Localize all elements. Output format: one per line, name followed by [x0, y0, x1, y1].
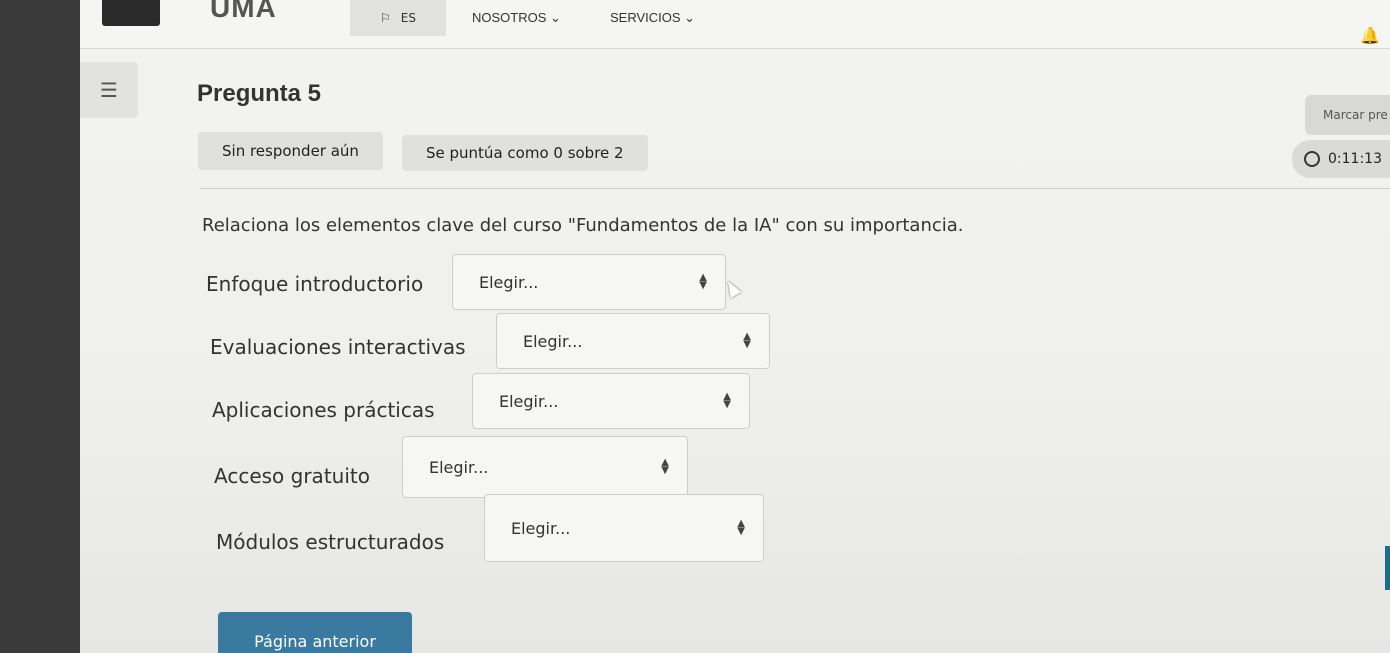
flag-icon: ⚐	[380, 11, 391, 25]
bell-icon[interactable]: 🔔	[1360, 26, 1380, 45]
select-value: Elegir...	[511, 518, 571, 538]
nav-nosotros[interactable]: NOSOTROS ⌄	[472, 10, 561, 26]
previous-page-button[interactable]: Página anterior	[218, 612, 412, 653]
status-badge: Sin responder aún	[198, 132, 383, 170]
match-select-1[interactable]: Elegir... ▲ ▼	[452, 254, 726, 310]
question-text: Relaciona los elementos clave del curso …	[202, 215, 964, 236]
match-label-2: Evaluaciones interactivas	[210, 335, 466, 359]
match-select-2[interactable]: Elegir... ▲ ▼	[496, 313, 770, 369]
flag-question-button[interactable]: Marcar pre	[1305, 95, 1390, 135]
site-logo[interactable]: UMA	[210, 0, 277, 24]
edge-marker	[1385, 546, 1390, 590]
nav-servicios[interactable]: SERVICIOS ⌄	[610, 10, 695, 26]
clock-icon	[1304, 151, 1320, 167]
match-label-4: Acceso gratuito	[214, 464, 370, 488]
select-value: Elegir...	[523, 331, 583, 351]
match-label-3: Aplicaciones prácticas	[212, 398, 435, 422]
sort-arrows-icon: ▲ ▼	[743, 331, 751, 350]
grade-badge: Se puntúa como 0 sobre 2	[402, 135, 648, 171]
sort-arrows-icon: ▲ ▼	[699, 272, 707, 291]
nav-menu-stub[interactable]	[102, 0, 160, 26]
match-select-5[interactable]: Elegir... ▲ ▼	[484, 494, 764, 562]
language-label: ES	[400, 11, 416, 25]
list-icon: ☰	[100, 78, 118, 102]
match-label-5: Módulos estructurados	[216, 530, 445, 554]
quiz-timer: 0:11:13	[1292, 140, 1390, 178]
sort-arrows-icon: ▲ ▼	[737, 518, 745, 537]
match-select-3[interactable]: Elegir... ▲ ▼	[472, 373, 750, 429]
match-select-4[interactable]: Elegir... ▲ ▼	[402, 436, 688, 498]
timer-value: 0:11:13	[1328, 151, 1382, 167]
match-label-1: Enfoque introductorio	[206, 272, 424, 296]
app-screen: UMA ⚐ ES NOSOTROS ⌄ SERVICIOS ⌄ 🔔 ☰ Preg…	[80, 0, 1390, 653]
sort-arrows-icon: ▲ ▼	[661, 457, 669, 476]
top-navbar: UMA ⚐ ES NOSOTROS ⌄ SERVICIOS ⌄ 🔔	[80, 0, 1390, 49]
sort-arrows-icon: ▲ ▼	[723, 391, 731, 410]
drawer-toggle-button[interactable]: ☰	[80, 62, 138, 118]
select-value: Elegir...	[499, 391, 559, 411]
language-selector[interactable]: ⚐ ES	[350, 0, 446, 36]
select-value: Elegir...	[479, 272, 539, 292]
question-title: Pregunta 5	[197, 80, 322, 107]
select-value: Elegir...	[429, 457, 489, 477]
divider	[200, 188, 1390, 189]
